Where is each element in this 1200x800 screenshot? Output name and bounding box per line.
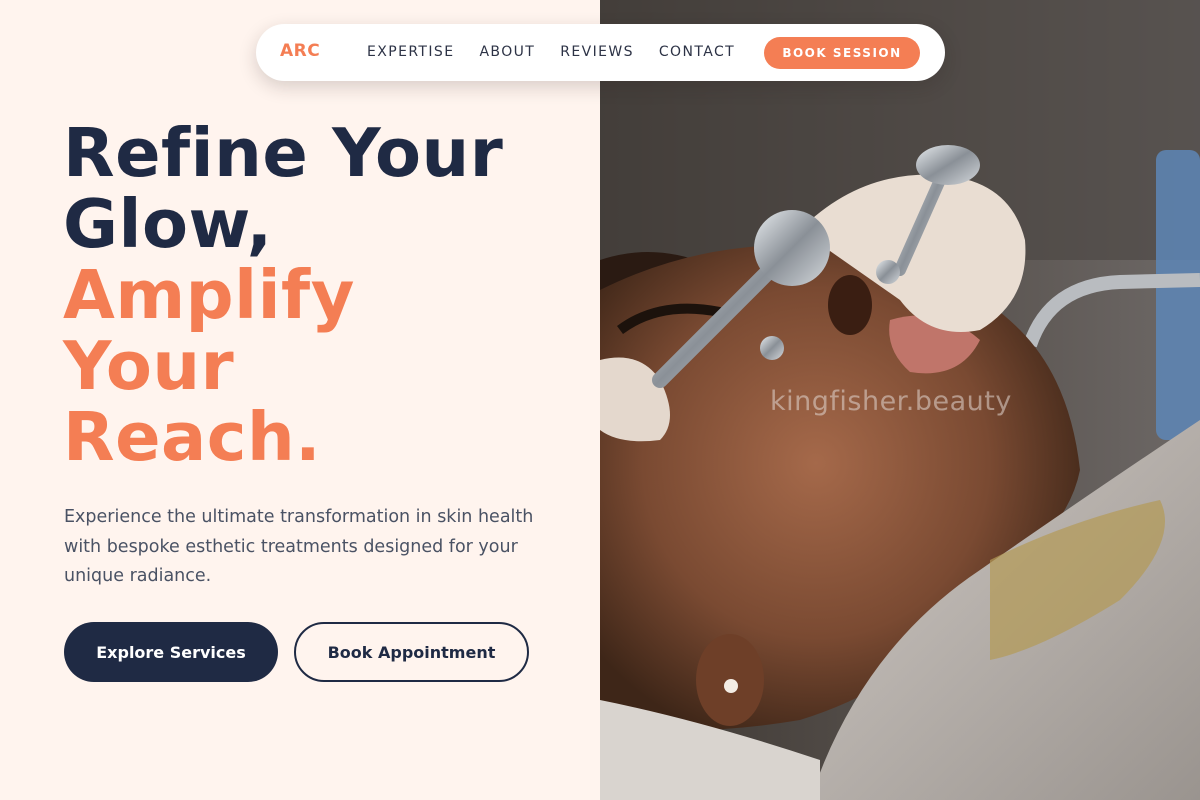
book-session-button[interactable]: BOOK SESSION xyxy=(764,37,920,69)
nav-link-reviews[interactable]: REVIEWS xyxy=(560,44,634,60)
brand-logo[interactable]: ARC xyxy=(280,41,320,61)
hero-title: Refine Your Glow, Amplify Your Reach. xyxy=(63,118,583,473)
hero-title-accent-line: Amplify xyxy=(63,256,355,334)
hero-description: Experience the ultimate transformation i… xyxy=(64,507,534,586)
book-appointment-button[interactable]: Book Appointment xyxy=(294,622,529,682)
explore-services-button[interactable]: Explore Services xyxy=(64,622,278,682)
watermark: kingfisher.beauty xyxy=(770,386,1012,417)
top-navigation: ARC EXPERTISE ABOUT REVIEWS CONTACT BOOK… xyxy=(256,24,945,81)
hero-title-line: Refine Your xyxy=(63,114,504,192)
nav-link-expertise[interactable]: EXPERTISE xyxy=(367,44,454,60)
nav-links: EXPERTISE ABOUT REVIEWS CONTACT xyxy=(367,44,735,60)
hero-title-accent-line: Reach. xyxy=(63,398,322,476)
hero-title-accent-line: Your xyxy=(63,327,235,405)
hero-title-line: Glow, xyxy=(63,185,273,263)
nav-link-contact[interactable]: CONTACT xyxy=(659,44,735,60)
nav-link-about[interactable]: ABOUT xyxy=(479,44,535,60)
